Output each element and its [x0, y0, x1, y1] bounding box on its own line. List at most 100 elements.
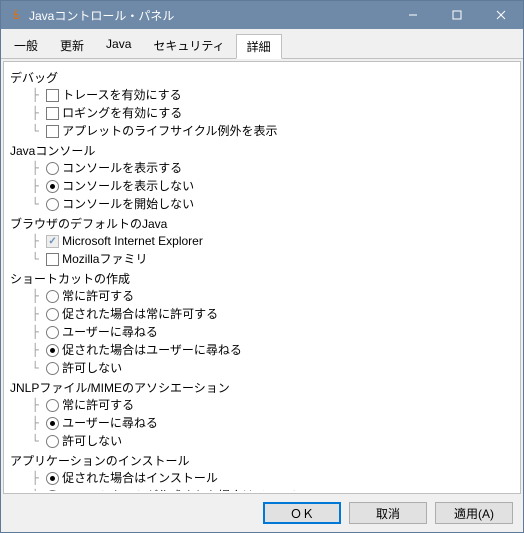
tree-line-icon: └: [10, 433, 46, 450]
checkbox-icon: [46, 235, 59, 248]
tree-line-icon: ├: [10, 87, 46, 104]
item-label: ユーザーに尋ねる: [62, 415, 158, 432]
item-label: アプレットのライフサイクル例外を表示: [62, 123, 277, 140]
tab-4[interactable]: 詳細: [236, 34, 282, 59]
tree-line-icon: ├: [10, 233, 46, 250]
radio-icon[interactable]: [46, 490, 59, 491]
item-label: Mozillaファミリ: [62, 251, 147, 268]
cancel-button[interactable]: 取消: [349, 502, 427, 524]
item-label: 常に許可する: [62, 397, 134, 414]
item-label: コンソールを表示する: [62, 160, 182, 177]
tree-line-icon: ├: [10, 342, 46, 359]
checkbox-icon[interactable]: [46, 253, 59, 266]
tree-item[interactable]: ├ ユーザーに尋ねる: [10, 324, 516, 342]
apply-button[interactable]: 適用(A): [435, 502, 513, 524]
radio-icon[interactable]: [46, 162, 59, 175]
item-label: 常に許可する: [62, 288, 134, 305]
section-label: ショートカットの作成: [10, 269, 516, 288]
radio-icon[interactable]: [46, 344, 59, 357]
tree-line-icon: └: [10, 196, 46, 213]
tree-line-icon: ├: [10, 397, 46, 414]
item-label: 許可しない: [62, 360, 122, 377]
titlebar: Javaコントロール・パネル: [1, 1, 523, 29]
tree-item[interactable]: ├ 促された場合はインストール: [10, 470, 516, 488]
item-label: トレースを有効にする: [62, 87, 182, 104]
radio-icon[interactable]: [46, 362, 59, 375]
tree-line-icon: ├: [10, 488, 46, 491]
tree-line-icon: └: [10, 360, 46, 377]
radio-icon[interactable]: [46, 326, 59, 339]
maximize-button[interactable]: [435, 1, 479, 29]
tab-2[interactable]: Java: [95, 33, 142, 58]
radio-icon[interactable]: [46, 290, 59, 303]
tab-0[interactable]: 一般: [3, 33, 49, 58]
item-label: Microsoft Internet Explorer: [62, 233, 203, 250]
section-label: デバッグ: [10, 68, 516, 87]
tree-item[interactable]: ├ 促された場合は常に許可する: [10, 306, 516, 324]
tree-line-icon: ├: [10, 105, 46, 122]
tree-item[interactable]: ├ コンソールを表示しない: [10, 178, 516, 196]
radio-icon[interactable]: [46, 308, 59, 321]
item-label: コンソールを表示しない: [62, 178, 194, 195]
tree-item[interactable]: └ 許可しない: [10, 360, 516, 378]
radio-icon[interactable]: [46, 198, 59, 211]
radio-icon[interactable]: [46, 399, 59, 412]
minimize-button[interactable]: [391, 1, 435, 29]
item-label: ロギングを有効にする: [62, 105, 182, 122]
section-label: アプリケーションのインストール: [10, 451, 516, 470]
tree-section: JNLPファイル/MIMEのアソシエーション ├ 常に許可する ├ ユーザーに尋…: [10, 378, 516, 451]
tree-item[interactable]: ├ ショートカットが作成された場合はインストール: [10, 488, 516, 491]
tree-item[interactable]: ├ 促された場合はユーザーに尋ねる: [10, 342, 516, 360]
ok-button[interactable]: ＯＫ: [263, 502, 341, 524]
tree-line-icon: └: [10, 251, 46, 268]
tree-line-icon: └: [10, 123, 46, 140]
tree-item[interactable]: ├ ロギングを有効にする: [10, 105, 516, 123]
radio-icon[interactable]: [46, 180, 59, 193]
section-label: ブラウザのデフォルトのJava: [10, 214, 516, 233]
tree-section: ショートカットの作成 ├ 常に許可する ├ 促された場合は常に許可する ├ ユー…: [10, 269, 516, 378]
tree-line-icon: ├: [10, 470, 46, 487]
tab-3[interactable]: セキュリティ: [142, 33, 235, 58]
checkbox-icon[interactable]: [46, 125, 59, 138]
tree-line-icon: ├: [10, 415, 46, 432]
tree-item[interactable]: ├ トレースを有効にする: [10, 87, 516, 105]
tab-strip: 一般更新Javaセキュリティ詳細: [1, 29, 523, 59]
java-icon: [9, 8, 23, 22]
tree-section: ブラウザのデフォルトのJava ├ Microsoft Internet Exp…: [10, 214, 516, 269]
checkbox-icon[interactable]: [46, 107, 59, 120]
tree-item[interactable]: └ コンソールを開始しない: [10, 196, 516, 214]
section-label: Javaコンソール: [10, 141, 516, 160]
item-label: コンソールを開始しない: [62, 196, 194, 213]
radio-icon[interactable]: [46, 472, 59, 485]
window-title: Javaコントロール・パネル: [29, 7, 391, 24]
tree-section: アプリケーションのインストール ├ 促された場合はインストール ├ ショートカッ…: [10, 451, 516, 491]
item-label: 促された場合はユーザーに尋ねる: [62, 342, 242, 359]
checkbox-icon[interactable]: [46, 89, 59, 102]
tree-item[interactable]: └ Mozillaファミリ: [10, 251, 516, 269]
settings-tree-scroll[interactable]: デバッグ ├ トレースを有効にする ├ ロギングを有効にする └ アプレットのラ…: [6, 64, 518, 491]
dialog-buttons: ＯＫ 取消 適用(A): [1, 496, 523, 532]
item-label: 許可しない: [62, 433, 122, 450]
tree-item[interactable]: ├ 常に許可する: [10, 288, 516, 306]
window-buttons: [391, 1, 523, 29]
section-label: JNLPファイル/MIMEのアソシエーション: [10, 378, 516, 397]
radio-icon[interactable]: [46, 435, 59, 448]
java-control-panel-window: Javaコントロール・パネル 一般更新Javaセキュリティ詳細 デバッグ ├ ト…: [0, 0, 524, 533]
tree-line-icon: ├: [10, 160, 46, 177]
tree-line-icon: ├: [10, 306, 46, 323]
tree-section: デバッグ ├ トレースを有効にする ├ ロギングを有効にする └ アプレットのラ…: [10, 68, 516, 141]
tree-section: Javaコンソール ├ コンソールを表示する ├ コンソールを表示しない └ コ…: [10, 141, 516, 214]
close-button[interactable]: [479, 1, 523, 29]
tree-item[interactable]: ├ ユーザーに尋ねる: [10, 415, 516, 433]
item-label: ショートカットが作成された場合はインストール: [62, 488, 326, 491]
tree-item[interactable]: └ 許可しない: [10, 433, 516, 451]
tree-item[interactable]: ├ コンソールを表示する: [10, 160, 516, 178]
tab-1[interactable]: 更新: [49, 33, 95, 58]
radio-icon[interactable]: [46, 417, 59, 430]
item-label: 促された場合はインストール: [62, 470, 218, 487]
tree-item[interactable]: ├ 常に許可する: [10, 397, 516, 415]
tree-line-icon: ├: [10, 288, 46, 305]
tree-item: ├ Microsoft Internet Explorer: [10, 233, 516, 251]
tree-line-icon: ├: [10, 324, 46, 341]
tree-item[interactable]: └ アプレットのライフサイクル例外を表示: [10, 123, 516, 141]
